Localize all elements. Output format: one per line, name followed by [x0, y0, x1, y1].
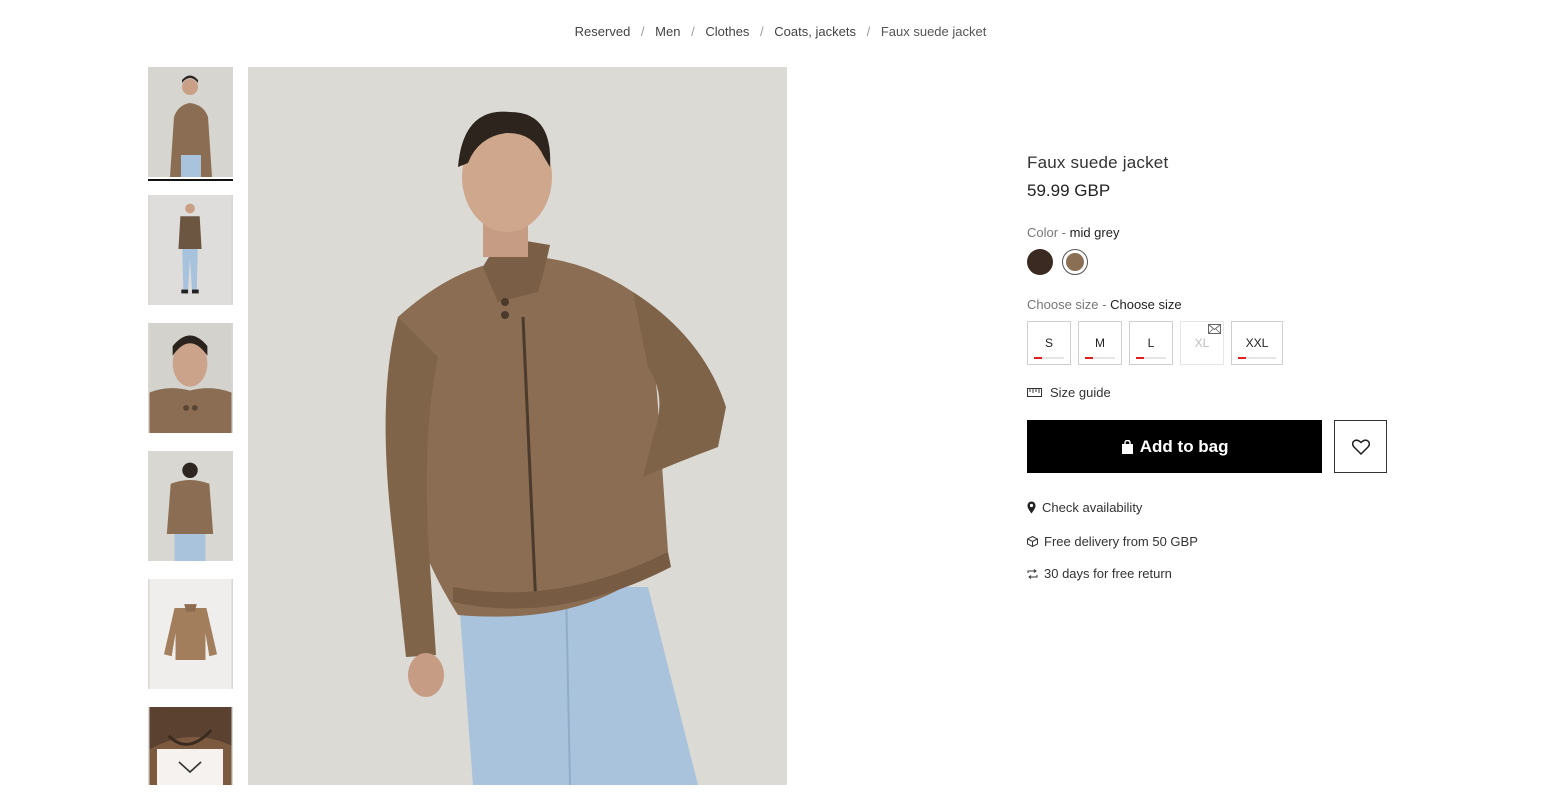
shopping-bag-icon	[1121, 439, 1133, 454]
color-swatches	[1027, 249, 1387, 275]
thumbnail-flat-lay[interactable]	[148, 579, 233, 689]
check-availability-label: Check availability	[1042, 500, 1143, 515]
thumbnail-front[interactable]	[148, 67, 233, 177]
size-option-xl[interactable]: XL	[1180, 321, 1224, 365]
thumbnail-scroll-down[interactable]	[157, 749, 223, 785]
add-to-bag-button[interactable]: Add to bag	[1027, 420, 1323, 473]
free-return-text: 30 days for free return	[1044, 566, 1172, 581]
box-icon	[1027, 536, 1038, 547]
location-pin-icon	[1027, 501, 1036, 514]
breadcrumb-separator: /	[866, 24, 871, 39]
product-title: Faux suede jacket	[1027, 153, 1169, 172]
check-availability-link[interactable]: Check availability	[1027, 500, 1387, 515]
add-to-bag-label: Add to bag	[1139, 436, 1229, 456]
stock-indicator	[1085, 357, 1115, 359]
stock-indicator	[1034, 357, 1064, 359]
thumbnail-active-indicator	[148, 179, 233, 181]
ruler-icon	[1027, 388, 1042, 397]
purchase-actions: Add to bag	[1027, 420, 1387, 473]
size-guide-label: Size guide	[1050, 385, 1111, 400]
breadcrumb-coats-jackets[interactable]: Coats, jackets	[774, 24, 856, 39]
stock-indicator	[1136, 357, 1166, 359]
breadcrumb-current: Faux suede jacket	[880, 24, 987, 39]
size-label-text: Choose size -	[1027, 297, 1111, 312]
thumbnail-strip	[148, 67, 233, 785]
color-swatch-mid-grey[interactable]	[1062, 249, 1088, 275]
stock-indicator	[1238, 357, 1276, 359]
color-label-text: Color -	[1027, 225, 1070, 240]
thumbnail-back[interactable]	[148, 451, 233, 561]
main-product-image[interactable]	[248, 67, 787, 785]
color-value: mid grey	[1069, 225, 1120, 240]
heart-icon	[1351, 438, 1370, 455]
size-option-label: M	[1095, 336, 1105, 350]
thumbnail-collar[interactable]	[148, 323, 233, 433]
return-arrows-icon	[1027, 568, 1038, 579]
size-guide-link[interactable]: Size guide	[1027, 385, 1387, 400]
size-option-label: S	[1044, 336, 1053, 350]
color-swatch-dark-brown[interactable]	[1027, 249, 1053, 275]
size-option-xxl[interactable]: XXL	[1231, 321, 1283, 365]
size-option-s[interactable]: S	[1027, 321, 1071, 365]
size-value: Choose size	[1110, 297, 1182, 312]
breadcrumb-separator: /	[691, 24, 695, 39]
breadcrumb-separator: /	[760, 24, 764, 39]
size-option-label: L	[1147, 336, 1155, 350]
size-option-label: XXL	[1245, 336, 1269, 350]
thumbnail-full-body[interactable]	[148, 195, 233, 305]
free-delivery-info: Free delivery from 50 GBP	[1027, 534, 1387, 549]
breadcrumb-men[interactable]: Men	[655, 24, 680, 39]
color-label: Color - mid grey	[1027, 225, 1387, 240]
wishlist-button[interactable]	[1334, 420, 1387, 473]
free-return-info: 30 days for free return	[1027, 566, 1387, 581]
size-option-label: XL	[1194, 336, 1210, 350]
free-delivery-text: Free delivery from 50 GBP	[1044, 534, 1198, 549]
size-options: S M L XL XXL	[1027, 321, 1387, 365]
breadcrumb-separator: /	[640, 24, 645, 39]
size-option-l[interactable]: L	[1129, 321, 1173, 365]
breadcrumb: Reserved / Men / Clothes / Coats, jacket…	[0, 24, 1561, 39]
breadcrumb-clothes[interactable]: Clothes	[705, 24, 749, 39]
product-price: 59.99 GBP	[1027, 181, 1111, 200]
size-option-m[interactable]: M	[1078, 321, 1122, 365]
color-swatch-fill	[1066, 253, 1084, 271]
breadcrumb-reserved[interactable]: Reserved	[575, 24, 631, 39]
chevron-down-icon	[178, 761, 202, 774]
size-label: Choose size - Choose size	[1027, 297, 1387, 312]
product-info: Faux suede jacket 59.99 GBP Color - mid …	[1027, 153, 1387, 581]
envelope-icon	[1208, 324, 1221, 334]
